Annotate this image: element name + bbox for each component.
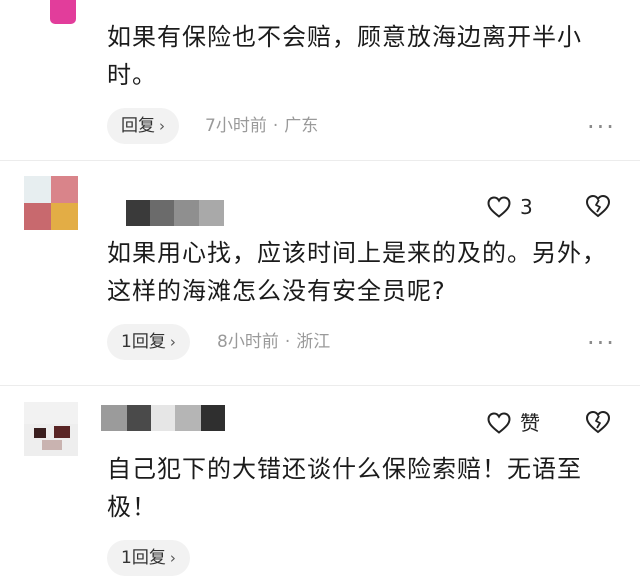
redacted-block bbox=[174, 200, 199, 226]
username-redacted[interactable] bbox=[126, 200, 224, 226]
chevron-right-icon: › bbox=[169, 333, 176, 351]
username-redacted[interactable] bbox=[101, 405, 225, 431]
reply-label: 1回复 bbox=[121, 548, 166, 568]
like-count: 3 bbox=[520, 195, 533, 219]
redacted-block bbox=[175, 405, 201, 431]
avatar-pixel bbox=[24, 176, 51, 203]
comment-meta: 8小时前 · 浙江 bbox=[217, 324, 330, 360]
avatar-pixel bbox=[51, 203, 78, 230]
comment-text: 如果有保险也不会赔，顾意放海边离开半小时。 bbox=[107, 23, 582, 89]
heart-icon bbox=[487, 412, 511, 434]
avatar-pixel bbox=[34, 428, 46, 438]
avatar[interactable] bbox=[24, 402, 78, 456]
like-label: 赞 bbox=[520, 411, 540, 435]
redacted-block bbox=[151, 405, 175, 431]
broken-heart-icon[interactable] bbox=[584, 409, 612, 435]
meta-separator: · bbox=[284, 332, 291, 352]
reply-label: 回复 bbox=[121, 116, 155, 136]
more-icon[interactable]: ··· bbox=[587, 115, 616, 139]
redacted-block bbox=[126, 200, 150, 226]
comment-time: 7小时前 bbox=[205, 116, 267, 136]
redacted-block bbox=[201, 405, 225, 431]
avatar-pixel bbox=[24, 203, 51, 230]
avatar[interactable] bbox=[24, 176, 78, 230]
chevron-right-icon: › bbox=[169, 549, 176, 567]
more-icon[interactable]: ··· bbox=[587, 331, 616, 355]
redacted-block bbox=[101, 405, 127, 431]
divider bbox=[0, 385, 640, 386]
avatar[interactable] bbox=[50, 0, 76, 24]
avatar-pixel bbox=[24, 402, 78, 424]
redacted-block bbox=[150, 200, 174, 226]
comment-time: 8小时前 bbox=[217, 332, 279, 352]
reply-button[interactable]: 回复 › bbox=[107, 108, 179, 144]
avatar-pixel bbox=[42, 440, 62, 450]
meta-separator: · bbox=[272, 116, 279, 136]
reply-label: 1回复 bbox=[121, 332, 166, 352]
like-button[interactable]: 赞 bbox=[486, 408, 540, 438]
reply-button[interactable]: 1回复 › bbox=[107, 540, 190, 576]
comment-text: 自己犯下的大错还谈什么保险索赔！无语至极！ bbox=[107, 455, 582, 521]
heart-icon bbox=[487, 196, 511, 218]
divider bbox=[0, 160, 640, 161]
avatar-pixel bbox=[54, 426, 70, 438]
comment-meta: 7小时前 · 广东 bbox=[205, 108, 318, 144]
reply-button[interactable]: 1回复 › bbox=[107, 324, 190, 360]
chevron-right-icon: › bbox=[159, 117, 165, 135]
like-button[interactable]: 3 bbox=[486, 192, 533, 222]
comment-text: 如果用心找，应该时间上是来的及的。另外，这样的海滩怎么没有安全员呢? bbox=[107, 239, 607, 305]
comment-location: 浙江 bbox=[296, 332, 331, 352]
broken-heart-icon[interactable] bbox=[584, 193, 612, 219]
redacted-block bbox=[199, 200, 224, 226]
redacted-block bbox=[127, 405, 151, 431]
avatar-pixel bbox=[51, 176, 78, 203]
comment-location: 广东 bbox=[284, 116, 319, 136]
